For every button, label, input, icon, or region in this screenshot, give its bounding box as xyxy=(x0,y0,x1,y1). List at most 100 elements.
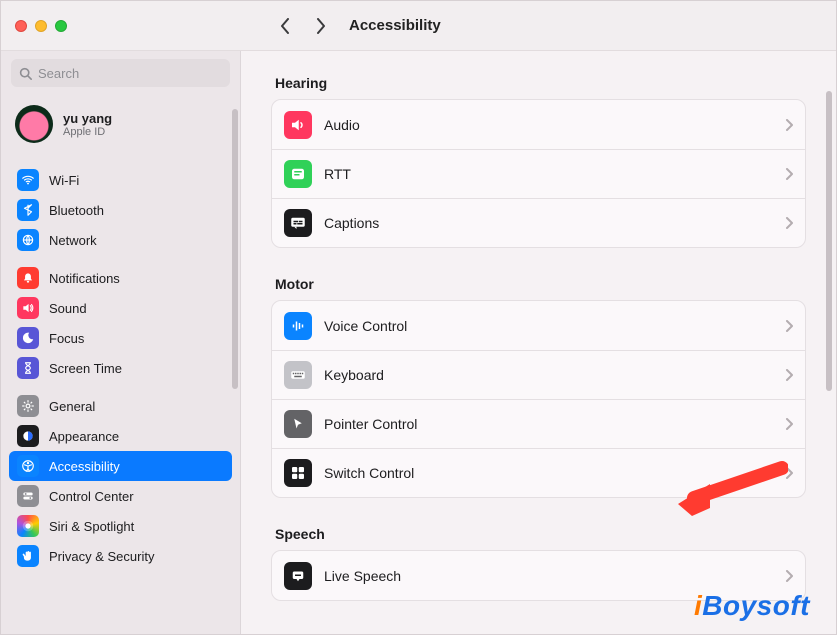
sidebar-item-screentime[interactable]: Screen Time xyxy=(9,353,232,383)
sidebar-item-general[interactable]: General xyxy=(9,391,232,421)
toolbar: Accessibility xyxy=(241,15,836,37)
sidebar-item-network[interactable]: Network xyxy=(9,225,232,255)
bluetooth-icon xyxy=(21,203,35,217)
row-pointercontrol[interactable]: Pointer Control xyxy=(272,399,805,448)
captions-icon xyxy=(289,214,307,232)
sidebar-item-label: Screen Time xyxy=(49,361,122,376)
rtt-icon xyxy=(289,165,307,183)
sidebar-scrollbar[interactable] xyxy=(232,109,238,389)
row-label: Switch Control xyxy=(324,465,414,481)
close-window-button[interactable] xyxy=(15,20,27,32)
siri-icon xyxy=(21,519,35,533)
toggles-icon xyxy=(17,485,39,507)
apple-id-row[interactable]: yu yang Apple ID xyxy=(1,95,240,157)
hourglass-icon xyxy=(21,361,35,375)
window-controls xyxy=(1,20,241,32)
row-audio[interactable]: Audio xyxy=(272,100,805,149)
avatar xyxy=(15,105,53,143)
voice-icon xyxy=(289,317,307,335)
sidebar-item-controlcenter[interactable]: Control Center xyxy=(9,481,232,511)
sidebar-item-accessibility[interactable]: Accessibility xyxy=(9,451,232,481)
hand-icon xyxy=(17,545,39,567)
disclosure-chevron xyxy=(785,119,793,131)
sidebar-item-siri[interactable]: Siri & Spotlight xyxy=(9,511,232,541)
sidebar-item-label: Siri & Spotlight xyxy=(49,519,134,534)
toggles-icon xyxy=(21,489,35,503)
disclosure-chevron xyxy=(785,369,793,381)
sidebar-item-label: Appearance xyxy=(49,429,119,444)
sidebar-item-label: Control Center xyxy=(49,489,134,504)
sidebar-item-notifications[interactable]: Notifications xyxy=(9,263,232,293)
sidebar-item-wifi[interactable]: Wi-Fi xyxy=(9,165,232,195)
audio-icon xyxy=(284,111,312,139)
nav-forward-button[interactable] xyxy=(313,15,329,37)
moon-icon xyxy=(21,331,35,345)
titlebar: Accessibility xyxy=(1,1,836,51)
disclosure-chevron xyxy=(785,467,793,479)
row-captions[interactable]: Captions xyxy=(272,198,805,247)
row-label: Captions xyxy=(324,215,379,231)
chevron-right-icon xyxy=(785,320,793,332)
sidebar-item-appearance[interactable]: Appearance xyxy=(9,421,232,451)
row-voicecontrol[interactable]: Voice Control xyxy=(272,301,805,350)
chevron-right-icon xyxy=(785,467,793,479)
voice-icon xyxy=(284,312,312,340)
sidebar: yu yang Apple ID Wi-Fi Bluetooth Network No… xyxy=(1,51,241,634)
row-switchcontrol[interactable]: Switch Control xyxy=(272,448,805,497)
network-icon xyxy=(21,233,35,247)
section-title-motor: Motor xyxy=(275,276,802,292)
sidebar-item-label: Accessibility xyxy=(49,459,120,474)
switch-icon xyxy=(289,464,307,482)
section-card-motor: Voice Control Keyboard Pointer Control Swit… xyxy=(271,300,806,498)
chevron-right-icon xyxy=(785,217,793,229)
row-label: Voice Control xyxy=(324,318,407,334)
zoom-window-button[interactable] xyxy=(55,20,67,32)
sidebar-item-bluetooth[interactable]: Bluetooth xyxy=(9,195,232,225)
sidebar-item-label: Bluetooth xyxy=(49,203,104,218)
section-title-speech: Speech xyxy=(275,526,802,542)
accessibility-icon xyxy=(21,459,35,473)
disclosure-chevron xyxy=(785,217,793,229)
nav-back-button[interactable] xyxy=(277,15,293,37)
sidebar-item-focus[interactable]: Focus xyxy=(9,323,232,353)
section-card-hearing: AudioRTT Captions xyxy=(271,99,806,248)
rtt-icon xyxy=(284,160,312,188)
keyboard-icon xyxy=(284,361,312,389)
siri-icon xyxy=(17,515,39,537)
search-input[interactable] xyxy=(38,66,222,81)
audio-icon xyxy=(289,116,307,134)
switch-icon xyxy=(284,459,312,487)
chevron-right-icon xyxy=(785,418,793,430)
bell-icon xyxy=(21,271,35,285)
user-name: yu yang xyxy=(63,111,112,126)
row-keyboard[interactable]: Keyboard xyxy=(272,350,805,399)
search-icon xyxy=(19,67,32,80)
sidebar-item-privacy[interactable]: Privacy & Security xyxy=(9,541,232,571)
sidebar-item-label: Network xyxy=(49,233,97,248)
gear-icon xyxy=(21,399,35,413)
row-rtt[interactable]: RTT xyxy=(272,149,805,198)
captions-icon xyxy=(284,209,312,237)
page-title: Accessibility xyxy=(349,17,441,34)
sidebar-item-sound[interactable]: Sound xyxy=(9,293,232,323)
bell-icon xyxy=(17,267,39,289)
hand-icon xyxy=(21,549,35,563)
wifi-icon xyxy=(17,169,39,191)
moon-icon xyxy=(17,327,39,349)
disclosure-chevron xyxy=(785,570,793,582)
livespeech-icon xyxy=(289,567,307,585)
minimize-window-button[interactable] xyxy=(35,20,47,32)
disclosure-chevron xyxy=(785,418,793,430)
chevron-right-icon xyxy=(785,119,793,131)
row-label: Live Speech xyxy=(324,568,401,584)
row-label: Pointer Control xyxy=(324,416,417,432)
chevron-left-icon xyxy=(280,18,290,34)
main-scrollbar[interactable] xyxy=(826,91,832,391)
sidebar-item-label: Sound xyxy=(49,301,87,316)
row-label: Keyboard xyxy=(324,367,384,383)
sidebar-item-label: Notifications xyxy=(49,271,120,286)
search-field[interactable] xyxy=(11,59,230,87)
row-livespeech[interactable]: Live Speech xyxy=(272,551,805,600)
gear-icon xyxy=(17,395,39,417)
chevron-right-icon xyxy=(785,168,793,180)
